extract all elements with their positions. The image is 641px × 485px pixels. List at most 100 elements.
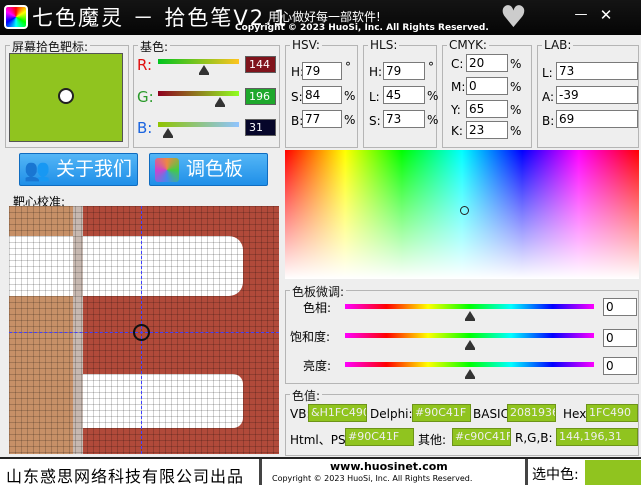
title-bar[interactable]: 七色魔灵 － 拾色笔V2.1 用心做好每一部软件! Copyright © 20… xyxy=(0,0,641,35)
cmyk-y-input[interactable]: 65 xyxy=(466,100,508,118)
hsv-s-label: S: xyxy=(291,90,303,104)
cmyk-m-input[interactable]: 0 xyxy=(466,77,508,95)
basic-field[interactable]: 2081936 xyxy=(507,404,556,422)
lab-a-label: A: xyxy=(542,90,555,104)
minimize-button[interactable]: — xyxy=(572,6,590,24)
g-label: G: xyxy=(137,88,154,106)
r-label: R: xyxy=(137,56,153,74)
hsv-h-input[interactable]: 79 xyxy=(302,62,342,80)
cmyk-y-unit: % xyxy=(510,103,522,117)
zoom-preview[interactable] xyxy=(9,206,279,454)
cmyk-m-label: M: xyxy=(451,80,466,94)
other-field[interactable]: #c90C41F xyxy=(452,428,511,446)
hls-s-label: S: xyxy=(369,114,381,128)
about-us-label: 关于我们 xyxy=(56,158,133,180)
spectrum-cursor-icon[interactable] xyxy=(460,206,469,215)
app-window: 七色魔灵 － 拾色笔V2.1 用心做好每一部软件! Copyright © 20… xyxy=(0,0,641,485)
cmyk-m-unit: % xyxy=(510,80,522,94)
selected-color-swatch xyxy=(585,460,641,485)
b-slider-thumb[interactable] xyxy=(162,128,173,138)
cmyk-k-input[interactable]: 23 xyxy=(466,121,508,139)
heart-logo-icon: ♥ xyxy=(500,0,527,35)
delphi-field[interactable]: #90C41F xyxy=(412,404,471,422)
saturation-slider-thumb[interactable] xyxy=(464,340,475,350)
website-text: www.huosinet.com xyxy=(330,460,448,473)
lab-l-input[interactable]: 73 xyxy=(556,62,638,80)
hsv-v-input[interactable]: 77 xyxy=(302,110,342,128)
close-button[interactable]: ✕ xyxy=(597,6,615,24)
hue-slider-thumb[interactable] xyxy=(464,311,475,321)
b-value: 31 xyxy=(245,119,276,136)
hex-field[interactable]: 1FC490 xyxy=(586,404,638,422)
saturation-slider[interactable] xyxy=(345,333,594,350)
about-us-button[interactable]: 👥 关于我们 xyxy=(19,153,138,186)
hsv-h-unit: ° xyxy=(345,60,351,74)
cmyk-k-unit: % xyxy=(510,124,522,138)
lab-b-label: B: xyxy=(542,114,555,128)
vb-field[interactable]: &H1FC4908 xyxy=(308,404,367,422)
hls-group-label: HLS: xyxy=(368,38,400,52)
palette-button[interactable]: 调色板 xyxy=(149,153,268,186)
picked-color-swatch[interactable] xyxy=(9,53,123,142)
hls-h-unit: ° xyxy=(428,60,434,74)
hls-l-unit: % xyxy=(427,89,439,103)
company-text: 山东惑思网络科技有限公司出品 xyxy=(6,467,245,485)
hls-l-input[interactable]: 45 xyxy=(383,86,425,104)
selected-color-label: 选中色: xyxy=(532,467,579,483)
html-ps-label: Html、PS: xyxy=(290,433,350,447)
hls-s-input[interactable]: 73 xyxy=(383,110,425,128)
hls-l-label: L: xyxy=(369,90,380,104)
saturation-label: 饱和度: xyxy=(290,330,331,344)
rgb-group-label: 基色: xyxy=(138,38,171,55)
brightness-input[interactable]: 0 xyxy=(603,357,637,375)
rgb-values-label: R,G,B: xyxy=(515,431,553,445)
zoom-crosshair-icon[interactable] xyxy=(133,324,150,341)
r-slider-thumb[interactable] xyxy=(198,65,209,75)
target-crosshair-icon[interactable] xyxy=(58,88,74,104)
brightness-label: 亮度: xyxy=(303,359,332,373)
cmyk-c-input[interactable]: 20 xyxy=(466,54,508,72)
status-bar: 山东惑思网络科技有限公司出品 www.huosinet.com Copyrigh… xyxy=(0,457,641,485)
lab-b-input[interactable]: 69 xyxy=(556,110,638,128)
hls-s-unit: % xyxy=(427,113,439,127)
brightness-slider[interactable] xyxy=(345,362,594,379)
hue-input[interactable]: 0 xyxy=(603,298,637,316)
lab-l-label: L: xyxy=(542,66,553,80)
values-group-label: 色值: xyxy=(290,387,323,404)
html-ps-field[interactable]: #90C41F xyxy=(345,428,414,446)
color-spectrum[interactable] xyxy=(285,150,639,279)
hsv-v-unit: % xyxy=(344,113,356,127)
hsv-s-unit: % xyxy=(344,89,356,103)
g-value: 196 xyxy=(245,88,276,105)
title-copyright: Copyright © 2023 HuoSi, Inc. All Rights … xyxy=(235,23,489,33)
cmyk-y-label: Y: xyxy=(451,103,461,117)
divider-2 xyxy=(525,459,528,485)
r-value: 144 xyxy=(245,56,276,73)
divider-1 xyxy=(259,459,262,485)
palette-icon xyxy=(155,158,179,182)
cmyk-c-unit: % xyxy=(510,57,522,71)
b-slider[interactable] xyxy=(158,122,239,138)
palette-label: 调色板 xyxy=(186,158,244,180)
lab-group-label: LAB: xyxy=(542,38,574,52)
g-slider-thumb[interactable] xyxy=(215,97,226,107)
users-icon: 👥 xyxy=(24,158,51,182)
hls-h-input[interactable]: 79 xyxy=(383,62,425,80)
hls-h-label: H: xyxy=(369,65,383,79)
cmyk-c-label: C: xyxy=(451,57,464,71)
hue-slider[interactable] xyxy=(345,304,594,321)
r-slider[interactable] xyxy=(158,59,239,75)
saturation-input[interactable]: 0 xyxy=(603,329,637,347)
other-label: 其他: xyxy=(418,433,447,447)
lab-a-input[interactable]: -39 xyxy=(556,86,638,104)
rgb-values-field[interactable]: 144,196,31 xyxy=(556,428,638,446)
adjust-group-label: 色板微调: xyxy=(290,283,347,300)
app-logo-icon xyxy=(4,5,28,29)
brightness-slider-thumb[interactable] xyxy=(464,369,475,379)
hue-label: 色相: xyxy=(303,301,332,315)
hsv-group-label: HSV: xyxy=(290,38,322,52)
cmyk-group-label: CMYK: xyxy=(447,38,489,52)
g-slider[interactable] xyxy=(158,91,239,107)
hsv-s-input[interactable]: 84 xyxy=(302,86,342,104)
b-label: B: xyxy=(137,119,153,137)
